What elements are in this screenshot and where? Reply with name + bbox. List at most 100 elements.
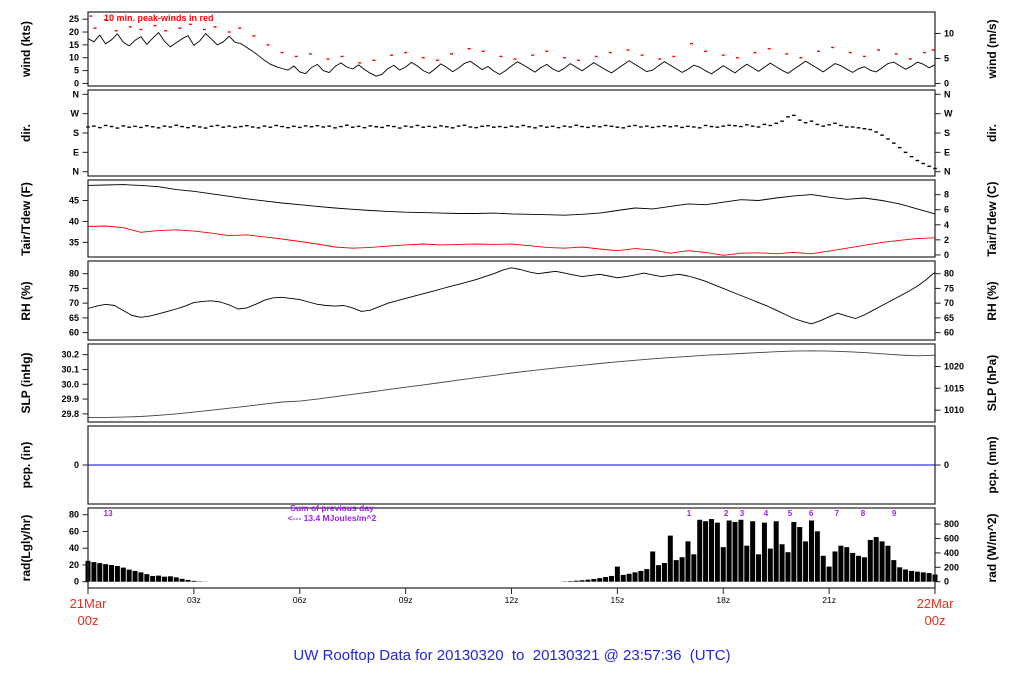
- point-wind-direction-deg: [539, 125, 543, 127]
- point-wind-direction-deg: [680, 126, 684, 129]
- right-axis-title-dir: dir.: [985, 123, 999, 143]
- y-tick-label-right: N: [944, 167, 951, 177]
- point-wind-direction-deg: [568, 126, 573, 128]
- y-tick-label-right: 4: [944, 220, 949, 230]
- x-axis-end-date: 22Mar: [916, 596, 954, 611]
- point-wind-peak-kts: [481, 50, 485, 53]
- bar-solar-rad-wm2: [873, 537, 879, 582]
- point-wind-direction-deg: [892, 142, 896, 144]
- point-wind-direction-deg: [544, 126, 549, 128]
- bar-solar-rad-wm2: [656, 565, 662, 582]
- bar-solar-rad-wm2: [797, 526, 803, 582]
- bar-solar-rad-wm2: [908, 570, 914, 582]
- point-wind-peak-kts: [227, 31, 231, 33]
- y-tick-label-left: 80: [69, 269, 79, 279]
- x-tick-label: 09z: [399, 595, 413, 605]
- bar-solar-rad-wm2: [91, 562, 97, 582]
- point-wind-peak-kts: [280, 51, 284, 54]
- point-wind-direction-deg: [592, 125, 596, 127]
- series-wind-avg-kts: [87, 32, 936, 77]
- point-wind-direction-deg: [827, 124, 831, 126]
- y-tick-label-left: E: [73, 147, 79, 157]
- point-wind-direction-deg: [403, 125, 408, 127]
- right-axis-title-temp: Tair/Tdew (C): [985, 180, 999, 257]
- point-wind-direction-deg: [597, 126, 602, 128]
- bar-solar-rad-wm2: [97, 563, 103, 582]
- point-wind-direction-deg: [109, 125, 114, 128]
- rad-mj-marker: 1: [687, 509, 692, 518]
- point-wind-direction-deg: [692, 126, 696, 128]
- bar-solar-rad-wm2: [838, 545, 844, 582]
- panel-border-slp: [87, 343, 936, 423]
- peak-wind-annotation: 10 min. peak-winds in red: [104, 13, 214, 23]
- point-wind-peak-kts: [862, 55, 866, 58]
- point-wind-peak-kts: [372, 59, 376, 62]
- point-wind-direction-deg: [115, 127, 120, 129]
- y-tick-label-right: S: [944, 128, 950, 138]
- point-wind-direction-deg: [874, 131, 878, 133]
- rad-mj-marker: 6: [809, 509, 814, 518]
- point-wind-direction-deg: [321, 126, 326, 128]
- point-wind-direction-deg: [433, 126, 437, 129]
- x-tick-label: 15z: [611, 595, 625, 605]
- point-wind-direction-deg: [303, 125, 308, 127]
- bar-solar-rad-wm2: [614, 566, 620, 582]
- point-wind-direction-deg: [274, 124, 279, 127]
- bar-solar-rad-wm2: [591, 578, 597, 582]
- bar-solar-rad-wm2: [897, 567, 903, 582]
- y-tick-label-left: 0: [74, 460, 79, 470]
- y-tick-label-left: 80: [69, 510, 79, 520]
- point-wind-direction-deg: [650, 126, 655, 129]
- point-wind-direction-deg: [921, 162, 926, 165]
- point-wind-direction-deg: [644, 125, 649, 127]
- point-wind-peak-kts: [89, 15, 93, 17]
- right-axis-title-pcp: pcp. (mm): [985, 436, 999, 494]
- point-wind-direction-deg: [268, 126, 273, 128]
- y-tick-label-right: N: [944, 89, 951, 99]
- point-wind-direction-deg: [909, 155, 914, 158]
- bar-solar-rad-wm2: [714, 522, 720, 582]
- bar-solar-rad-wm2: [808, 520, 814, 582]
- bar-solar-rad-wm2: [644, 569, 650, 582]
- point-wind-direction-deg: [527, 126, 531, 128]
- point-wind-direction-deg: [639, 126, 643, 128]
- bar-solar-rad-wm2: [638, 570, 644, 582]
- bar-solar-rad-wm2: [738, 519, 744, 582]
- bar-solar-rad-wm2: [579, 580, 585, 582]
- point-wind-direction-deg: [821, 125, 826, 127]
- point-wind-direction-deg: [609, 125, 614, 128]
- point-wind-direction-deg: [780, 120, 784, 122]
- bar-solar-rad-wm2: [650, 551, 656, 582]
- point-wind-peak-kts: [128, 26, 132, 28]
- point-wind-direction-deg: [209, 125, 214, 128]
- bar-solar-rad-wm2: [773, 521, 779, 582]
- point-wind-direction-deg: [674, 125, 678, 127]
- y-tick-label-right: 75: [944, 283, 954, 293]
- y-tick-label-right: 10: [944, 28, 954, 38]
- point-wind-direction-deg: [245, 124, 249, 127]
- point-wind-direction-deg: [250, 126, 255, 128]
- point-wind-direction-deg: [368, 125, 373, 127]
- point-wind-peak-kts: [421, 57, 425, 59]
- point-wind-direction-deg: [439, 125, 443, 127]
- point-wind-peak-kts: [294, 55, 298, 58]
- point-wind-direction-deg: [121, 125, 126, 127]
- rad-mj-marker: 13: [104, 509, 113, 518]
- point-wind-peak-kts: [562, 57, 566, 59]
- y-tick-label-right: 8: [944, 190, 949, 200]
- rad-mj-marker: 9: [892, 509, 897, 518]
- left-axis-title-temp: Tair/Tdew (F): [19, 181, 33, 256]
- point-wind-peak-kts: [467, 48, 471, 50]
- bar-solar-rad-wm2: [673, 560, 679, 582]
- point-wind-direction-deg: [850, 126, 855, 128]
- point-wind-direction-deg: [356, 125, 361, 128]
- rad-mj-marker: 3: [740, 509, 745, 518]
- point-wind-peak-kts: [753, 51, 757, 54]
- y-tick-label-right: 70: [944, 298, 954, 308]
- bar-solar-rad-wm2: [761, 522, 767, 582]
- point-wind-direction-deg: [756, 126, 761, 128]
- bar-solar-rad-wm2: [608, 575, 614, 582]
- point-wind-peak-kts: [767, 48, 771, 50]
- left-axis-title-rad: rad(Lgly/hr): [19, 514, 33, 582]
- y-tick-label-right: 65: [944, 313, 954, 323]
